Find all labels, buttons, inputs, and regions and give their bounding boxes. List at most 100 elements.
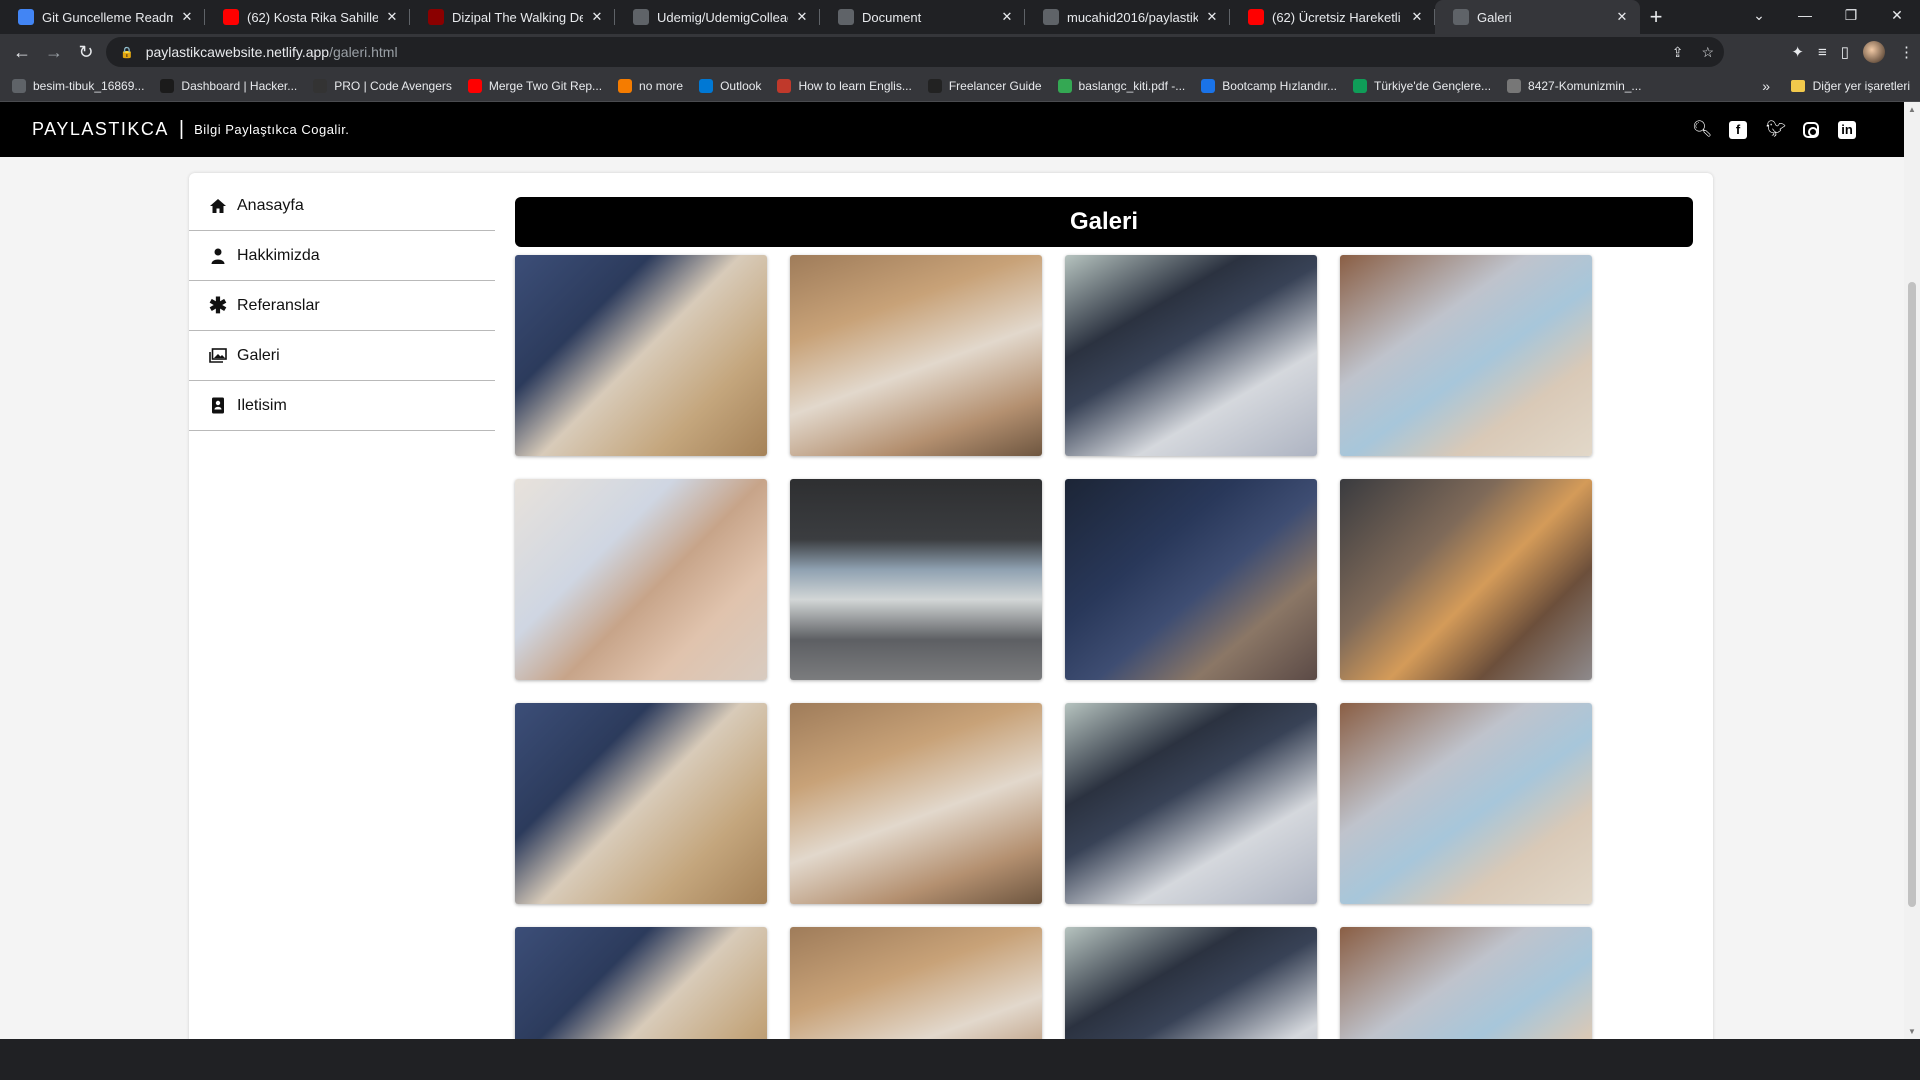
tab-title: Document [862,9,922,25]
tab-search-icon[interactable]: ⌄ [1736,0,1782,34]
site-header: PAYLASTIKCA | Bilgi Paylaştıkca Cogalir.… [0,102,1904,157]
reload-button[interactable]: ↻ [70,42,102,63]
scrollbar-thumb[interactable] [1908,282,1916,907]
share-icon[interactable]: ⇪ [1672,44,1684,61]
tab-favicon-icon [1248,9,1264,25]
search-icon[interactable]: 🔍︎ [1692,121,1712,139]
sidebar-item-label: Iletisim [237,396,287,414]
reading-list-icon[interactable]: ≡ [1818,44,1827,61]
instagram-icon[interactable] [1803,121,1819,138]
tab-close-icon[interactable]: ✕ [384,9,400,25]
bookmarks-bar: besim-tibuk_16869... Dashboard | Hacker..… [0,70,1920,102]
profile-avatar[interactable] [1863,41,1885,63]
laptop-typing-photo[interactable] [790,927,1042,1039]
bookmark-item[interactable]: PRO | Code Avengers [313,78,452,93]
sidebar-item-referanslar[interactable]: ✱ Referanslar [189,281,495,331]
other-bookmarks-label: Diğer yer işaretleri [1812,78,1910,93]
bookmark-favicon-icon [313,78,328,93]
tab-close-icon[interactable]: ✕ [794,9,810,25]
browser-tab[interactable]: Document ✕ [820,0,1025,34]
laptop-tablet-photo[interactable] [1340,479,1592,680]
bookmark-item[interactable]: besim-tibuk_16869... [12,78,144,93]
other-bookmarks[interactable]: Diğer yer işaretleri [1790,78,1910,93]
monitor-code-photo[interactable] [1065,703,1317,904]
url-path: /galeri.html [329,44,398,60]
bookmark-item[interactable]: Freelancer Guide [927,78,1042,93]
tab-title: Galeri [1477,9,1512,25]
address-book-icon [209,397,227,415]
bookmark-item[interactable]: no more [618,78,683,93]
twitter-icon[interactable]: 🐦︎ [1766,121,1786,139]
sidebar-item-anasayfa[interactable]: Anasayfa [189,181,495,231]
user-icon [209,247,227,265]
desk-coding-photo[interactable] [515,703,767,904]
desk-coding-photo[interactable] [515,255,767,456]
bookmark-favicon-icon [699,78,714,93]
extensions-icon[interactable]: ✦ [1791,43,1804,61]
sidebar-item-iletisim[interactable]: Iletisim [189,381,495,431]
bookmark-label: Bootcamp Hızlandır... [1222,78,1338,93]
menu-icon[interactable]: ⋮ [1899,43,1914,61]
bookmark-item[interactable]: 8427-Komunizmin_... [1507,78,1641,93]
scroll-up-arrow[interactable]: ▲ [1908,105,1916,114]
laptop-typing-photo[interactable] [790,255,1042,456]
imac-photo[interactable] [790,479,1042,680]
bookmark-item[interactable]: baslangc_kiti.pdf -... [1057,78,1185,93]
tab-close-icon[interactable]: ✕ [179,9,195,25]
desk-coding-photo[interactable] [515,927,767,1039]
tab-favicon-icon [1453,9,1469,25]
minimize-button[interactable]: — [1782,0,1828,34]
laptop-notes-photo[interactable] [1340,927,1592,1039]
bookmark-star-icon[interactable]: ☆ [1701,44,1714,61]
browser-tab[interactable]: Galeri ✕ [1435,0,1640,34]
bookmark-item[interactable]: How to learn Englis... [777,78,912,93]
back-button[interactable]: ← [6,42,38,63]
laptop-code-photo[interactable] [1065,479,1317,680]
browser-tab[interactable]: (62) Ücretsiz Hareketli Mas ✕ [1230,0,1435,34]
browser-tab[interactable]: Udemig/UdemigColleage ✕ [615,0,820,34]
tab-close-icon[interactable]: ✕ [1614,9,1630,25]
bookmark-favicon-icon [1201,78,1216,93]
gallery-title: Galeri [515,197,1693,247]
tab-favicon-icon [223,9,239,25]
monitor-code-photo[interactable] [1065,255,1317,456]
sidebar-menu: Anasayfa Hakkimizda ✱ Referanslar Galeri [189,181,495,431]
sidebar-item-galeri[interactable]: Galeri [189,331,495,381]
bookmarks-overflow-icon[interactable]: » [1762,78,1770,94]
bookmark-item[interactable]: Merge Two Git Rep... [467,78,602,93]
sidebar-item-hakkimizda[interactable]: Hakkimizda [189,231,495,281]
sidebar-item-label: Referanslar [237,296,320,314]
asterisk-icon: ✱ [208,292,228,318]
tab-close-icon[interactable]: ✕ [1409,9,1425,25]
laptop-typing-photo[interactable] [790,703,1042,904]
scroll-down-arrow[interactable]: ▼ [1908,1027,1916,1036]
laptop-notes-photo[interactable] [1340,703,1592,904]
tab-close-icon[interactable]: ✕ [1204,9,1220,25]
linkedin-icon[interactable]: in [1838,120,1856,139]
bookmark-item[interactable]: Dashboard | Hacker... [160,78,297,93]
browser-tab[interactable]: Git Guncelleme Readme ve ✕ [0,0,205,34]
browser-tab[interactable]: (62) Kosta Rika Sahilleri Bir ✕ [205,0,410,34]
site-brand[interactable]: PAYLASTIKCA [32,119,169,140]
site-slogan: Bilgi Paylaştıkca Cogalir. [194,122,350,137]
lock-icon: 🔒 [120,46,134,59]
page-scrollbar[interactable]: ▲ ▼ [1904,102,1920,1039]
new-tab-button[interactable]: + [1640,0,1672,34]
browser-tab[interactable]: mucahid2016/paylastikca ✕ [1025,0,1230,34]
browser-tab[interactable]: Dizipal The Walking Dead ✕ [410,0,615,34]
restore-button[interactable]: ❐ [1828,0,1874,34]
bookmark-label: PRO | Code Avengers [334,78,452,93]
tablet-photo[interactable] [515,479,767,680]
monitor-code-photo[interactable] [1065,927,1317,1039]
address-bar[interactable]: 🔒 paylastikcawebsite.netlify.app/galeri.… [106,37,1724,67]
forward-button[interactable]: → [38,42,70,63]
side-panel-icon[interactable]: ▯ [1841,43,1849,61]
close-window-button[interactable]: ✕ [1874,0,1920,34]
bookmark-item[interactable]: Bootcamp Hızlandır... [1201,78,1338,93]
bookmark-item[interactable]: Outlook [699,78,761,93]
bookmark-item[interactable]: Türkiye'de Gençlere... [1353,78,1491,93]
tab-close-icon[interactable]: ✕ [589,9,605,25]
facebook-icon[interactable]: f [1729,120,1747,139]
laptop-notes-photo[interactable] [1340,255,1592,456]
tab-close-icon[interactable]: ✕ [999,9,1015,25]
